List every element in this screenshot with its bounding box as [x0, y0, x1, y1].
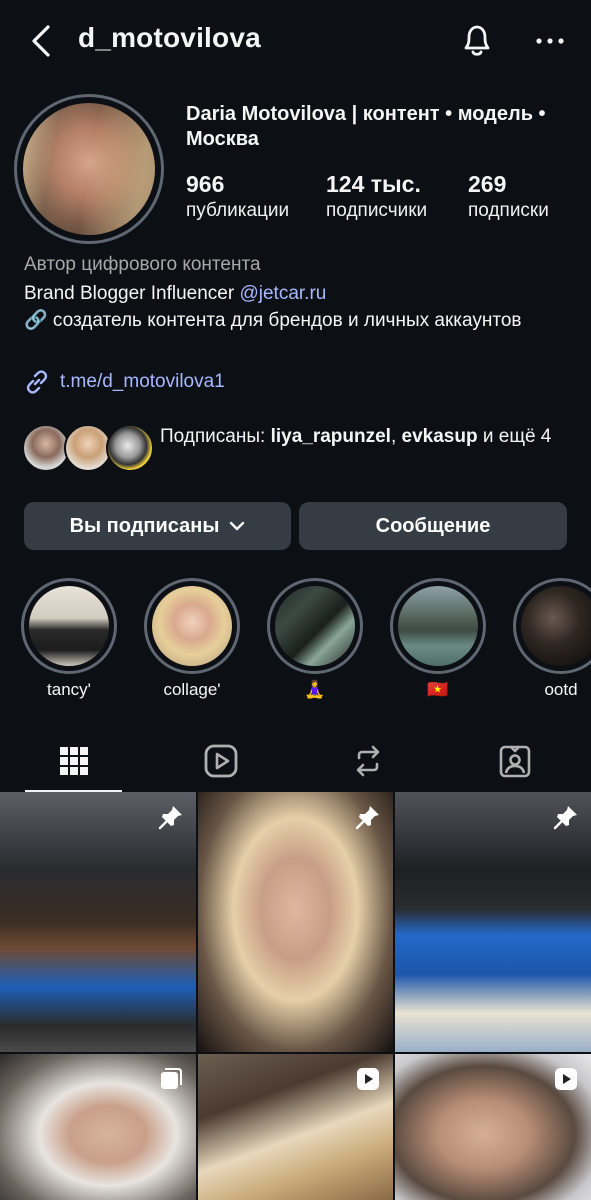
grid-post-2[interactable]	[198, 792, 393, 1052]
pin-icon	[158, 806, 182, 830]
profile-stats: 966 публикации 124 тыс. подписчики 269 п…	[186, 170, 586, 226]
grid-post-4[interactable]	[0, 1054, 196, 1200]
stat-followers[interactable]: 124 тыс. подписчики	[326, 170, 427, 224]
grid-post-3[interactable]	[395, 792, 591, 1052]
highlight-1-caption: tancy'	[47, 680, 91, 699]
highlight-1[interactable]: tancy'	[21, 578, 117, 700]
highlight-4-image	[398, 586, 478, 666]
highlight-3-caption: 🧘‍♀️	[304, 680, 326, 699]
tab-reels[interactable]	[147, 730, 294, 792]
followed-by-text: Подписаны: liya_rapunzel, evkasup и ещё …	[160, 424, 560, 450]
highlight-2-image	[152, 586, 232, 666]
profile-full-name: Daria Motovilova | контент • модель • Мо…	[186, 103, 546, 150]
highlight-1-image	[29, 586, 109, 666]
profile-avatar[interactable]	[14, 94, 164, 244]
highlight-2-caption: collage'	[163, 680, 221, 699]
tab-reposts[interactable]	[294, 730, 441, 792]
avatar-image	[23, 103, 155, 235]
highlight-5-image	[521, 586, 591, 666]
followed-by-user-1: liya_rapunzel	[270, 426, 391, 447]
stat-posts-label: публикации	[186, 200, 290, 221]
grid-post-1[interactable]	[0, 792, 196, 1052]
followed-by-separator: ,	[390, 426, 402, 447]
profile-username: d_motovilova	[78, 22, 261, 53]
profile-bio: Brand Blogger Influencer @jetcar.ru 🔗 со…	[24, 280, 564, 334]
followed-by-prefix: Подписаны:	[160, 426, 271, 447]
link-icon	[26, 370, 48, 394]
carousel-icon	[161, 1068, 182, 1089]
pin-icon	[355, 806, 379, 830]
highlight-5[interactable]: ootd	[513, 578, 591, 700]
following-button[interactable]: Вы подписаны	[24, 502, 291, 550]
stat-followers-label: подписчики	[326, 200, 428, 221]
reposts-icon	[356, 745, 379, 777]
grid-post-5[interactable]	[198, 1054, 393, 1200]
more-options-icon[interactable]	[533, 26, 567, 56]
stat-following-label: подписки	[468, 200, 549, 221]
stat-posts-value: 966	[186, 171, 225, 197]
pin-icon	[553, 806, 577, 830]
follower-avatar-2	[64, 424, 112, 472]
followed-by-user-2: evkasup	[401, 426, 478, 447]
profile-link-text: t.me/d_motovilova1	[60, 371, 225, 392]
chevron-down-icon	[230, 521, 245, 531]
following-button-label: Вы подписаны	[69, 514, 220, 537]
top-bar: d_motovilova	[0, 0, 591, 84]
highlight-4-caption: 🇻🇳	[427, 680, 449, 699]
tab-tagged[interactable]	[441, 730, 588, 792]
highlight-2[interactable]: collage'	[144, 578, 240, 700]
profile-tabs	[0, 730, 591, 792]
highlight-3-image	[275, 586, 355, 666]
followed-by-suffix: и ещё 4	[477, 426, 552, 447]
bio-text: Brand Blogger Influencer	[24, 283, 240, 304]
profile-link[interactable]: t.me/d_motovilova1	[24, 368, 225, 396]
message-button[interactable]: Сообщение	[299, 502, 567, 550]
bio-text-2: 🔗 создатель контента для брендов и личны…	[24, 310, 522, 331]
stat-following-value: 269	[468, 171, 507, 197]
bio-mention-link[interactable]: @jetcar.ru	[239, 283, 326, 304]
grid-post-6[interactable]	[395, 1054, 591, 1200]
tagged-icon	[499, 745, 530, 778]
stat-following[interactable]: 269 подписки	[468, 170, 549, 224]
highlight-5-caption: ootd	[544, 680, 578, 699]
follower-avatar-3	[106, 424, 154, 472]
reel-play-icon	[555, 1068, 577, 1090]
stat-posts[interactable]: 966 публикации	[186, 170, 289, 224]
profile-category: Автор цифрового контента	[24, 254, 261, 275]
stat-followers-value: 124 тыс.	[326, 171, 421, 197]
message-button-label: Сообщение	[375, 514, 491, 537]
highlight-3[interactable]: 🧘‍♀️	[267, 578, 363, 700]
bell-icon[interactable]	[457, 20, 497, 60]
back-arrow-icon[interactable]	[26, 22, 56, 60]
posts-grid	[0, 792, 591, 1200]
follower-avatar-1	[22, 424, 70, 472]
highlight-4[interactable]: 🇻🇳	[390, 578, 486, 700]
tab-posts[interactable]	[0, 730, 147, 792]
reels-icon	[204, 744, 237, 778]
reel-play-icon	[357, 1068, 379, 1090]
followed-by[interactable]: Подписаны: liya_rapunzel, evkasup и ещё …	[22, 424, 582, 474]
grid-icon	[59, 747, 88, 775]
